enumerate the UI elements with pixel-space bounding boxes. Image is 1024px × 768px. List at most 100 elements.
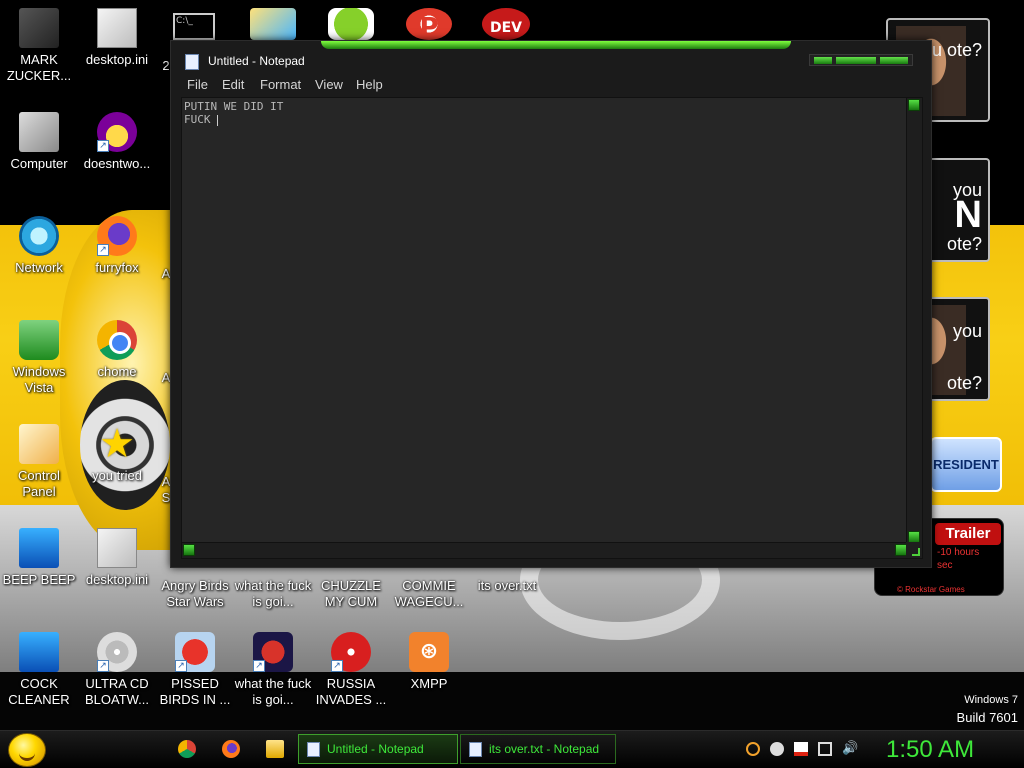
shortcut-arrow-icon: ↗ xyxy=(175,660,187,672)
desktop-icon[interactable]: ★ you tried xyxy=(78,424,156,484)
shortcut-arrow-icon: ↗ xyxy=(97,244,109,256)
angry-birds-space-icon: ↗ xyxy=(253,632,293,672)
desktop-icon-label: you tried xyxy=(92,468,142,483)
taskbar-button-its-over-notepad[interactable]: its over.txt - Notepad xyxy=(460,734,616,764)
scroll-up-button[interactable] xyxy=(908,99,920,111)
desktop-icon[interactable]: COCK CLEANER xyxy=(0,632,78,708)
desktop-icon[interactable]: Network xyxy=(0,216,78,276)
network-tray-icon[interactable] xyxy=(818,742,832,756)
editor-line: PUTIN WE DID IT xyxy=(184,100,284,113)
menu-file[interactable]: File xyxy=(187,77,208,92)
folder-icon[interactable] xyxy=(266,740,284,758)
menu-edit[interactable]: Edit xyxy=(222,77,244,92)
maximize-button[interactable] xyxy=(836,57,876,64)
vertical-scrollbar[interactable] xyxy=(906,98,922,544)
horizontal-scrollbar[interactable] xyxy=(182,542,908,558)
desktop-icon[interactable]: Control Panel xyxy=(0,424,78,500)
gadget-big-letter: N xyxy=(954,194,982,236)
taskbar-button-label: its over.txt - Notepad xyxy=(489,742,600,756)
title-bar[interactable]: Untitled - Notepad xyxy=(171,49,931,75)
dev-cpp-icon[interactable]: DEV xyxy=(482,8,530,40)
desktop-icon-label: BEEP BEEP xyxy=(2,572,76,587)
shortcut-arrow-icon: ↗ xyxy=(253,660,265,672)
desktop-icon-label: desktop.ini xyxy=(85,52,149,67)
messenger-icon[interactable] xyxy=(770,742,784,756)
start-button[interactable] xyxy=(8,733,46,767)
clock[interactable]: 1:50 AM xyxy=(886,733,974,767)
desktop-icon-label: furryfox xyxy=(95,260,139,275)
desktop-icon[interactable]: ↗ what the fuck is goi... xyxy=(234,632,312,708)
close-button[interactable] xyxy=(880,57,908,64)
desktop-icon[interactable]: ↗ doesntwo... xyxy=(78,112,156,172)
desktop-icon[interactable]: BEEP BEEP xyxy=(0,528,78,588)
gadget-text: you xyxy=(952,321,982,341)
trailer-title: Trailer xyxy=(935,523,1001,545)
volume-icon[interactable]: 🔊 xyxy=(842,742,858,756)
desktop-icon[interactable]: ⊛ XMPP xyxy=(390,632,468,692)
desktop-icon[interactable]: MARK ZUCKER... xyxy=(0,8,78,84)
menu-format[interactable]: Format xyxy=(260,77,301,92)
folder-icon xyxy=(19,8,59,48)
command-prompt-icon[interactable]: C:\_ xyxy=(173,13,215,40)
sketch-app-icon[interactable] xyxy=(250,8,296,40)
star-icon: ★ xyxy=(99,421,135,467)
desktop-icon[interactable]: ↗ RUSSIA INVADES ... xyxy=(312,632,390,708)
desktop-icon-label: its over.txt xyxy=(477,578,537,593)
recycle-bin-icon xyxy=(19,320,59,360)
radiation-icon: ↗ xyxy=(331,632,371,672)
windows-build: Build 7601 xyxy=(956,710,1018,725)
action-center-flag-icon[interactable] xyxy=(794,742,808,756)
desktop-icon-label: Windows Vista xyxy=(12,364,66,395)
network-icon xyxy=(19,216,59,256)
desktop-icon-label: XMPP xyxy=(410,676,448,691)
trailer-brand: © Rockstar Games xyxy=(897,585,965,594)
window-accent-bar xyxy=(321,41,791,49)
notepad-window[interactable]: Untitled - Notepad File Edit Format View… xyxy=(170,40,932,568)
shortcut-arrow-icon: ↗ xyxy=(97,660,109,672)
firefox-icon: ↗ xyxy=(97,216,137,256)
chrome-icon[interactable] xyxy=(178,740,196,758)
desktop-icon[interactable]: ↗ furryfox xyxy=(78,216,156,276)
taskbar-button-untitled-notepad[interactable]: Untitled - Notepad xyxy=(298,734,458,764)
menu-view[interactable]: View xyxy=(315,77,343,92)
firefox-icon[interactable] xyxy=(222,740,240,758)
menu-help[interactable]: Help xyxy=(356,77,383,92)
desktop-icon-label: PISSED BIRDS IN ... xyxy=(159,676,231,707)
minimize-button[interactable] xyxy=(814,57,832,64)
resize-grip[interactable] xyxy=(906,542,922,558)
shortcut-arrow-icon: ↗ xyxy=(97,140,109,152)
yahoo-messenger-icon: ↗ xyxy=(97,112,137,152)
desktop-icon[interactable]: desktop.ini xyxy=(78,528,156,588)
taskbar: Untitled - Notepad its over.txt - Notepa… xyxy=(0,730,1024,768)
gadget-text: ote? xyxy=(946,373,982,393)
trailer-countdown: -10 hours xyxy=(937,547,980,558)
text-caret xyxy=(217,114,219,126)
scroll-left-button[interactable] xyxy=(183,544,195,556)
notepad-icon xyxy=(185,54,199,70)
desktop-icon[interactable]: Computer xyxy=(0,112,78,172)
desktop-icon[interactable]: Windows Vista xyxy=(0,320,78,396)
notepad-icon xyxy=(469,742,482,757)
chrome-icon xyxy=(97,320,137,360)
president-button[interactable]: RESIDENT xyxy=(930,437,1002,492)
desktop-icon-label: COCK CLEANER xyxy=(8,676,70,707)
search-icon[interactable] xyxy=(746,742,760,756)
desktop-icon[interactable]: ↗ PISSED BIRDS IN ... xyxy=(156,632,234,708)
p-app-icon[interactable]: P xyxy=(406,8,452,43)
window-title: Untitled - Notepad xyxy=(208,54,305,68)
desktop-icon-label: what the fuck is goi... xyxy=(234,578,312,609)
caption-buttons xyxy=(809,54,913,66)
desktop-icon[interactable]: chome xyxy=(78,320,156,380)
desktop-icon-label: chome xyxy=(97,364,137,379)
text-editor[interactable]: PUTIN WE DID IT FUCK xyxy=(181,97,923,559)
desktop-icon-label: CHUZZLE MY CUM xyxy=(321,578,381,609)
settings-file-icon xyxy=(97,8,137,48)
cd-icon: ↗ xyxy=(97,632,137,672)
notepad-icon xyxy=(307,742,320,757)
blue-app-icon xyxy=(19,632,59,672)
desktop-icon[interactable]: desktop.ini xyxy=(78,8,156,68)
gadget-text: ote? xyxy=(946,234,982,254)
desktop-icon[interactable]: ↗ ULTRA CD BLOATW... xyxy=(78,632,156,708)
bad-piggies-icon[interactable] xyxy=(328,8,374,40)
blue-app-icon xyxy=(19,528,59,568)
